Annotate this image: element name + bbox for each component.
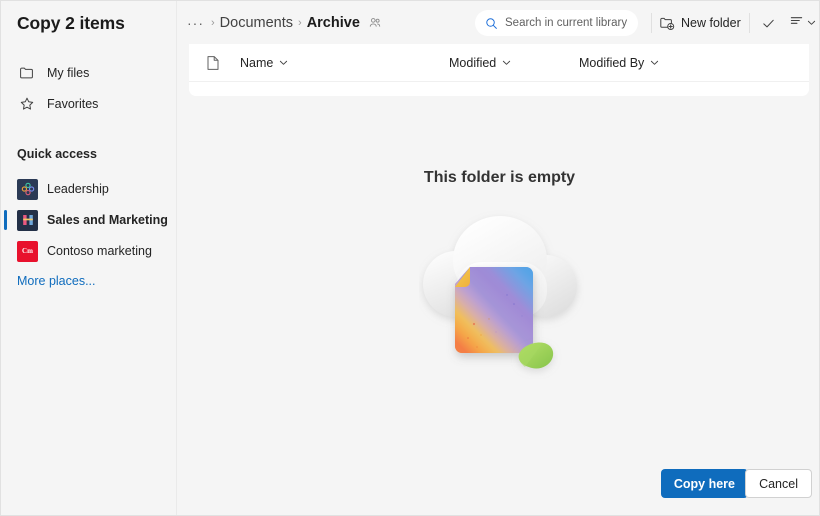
- site-tile-text: Cm: [17, 240, 38, 262]
- site-tile-icon: [17, 209, 38, 231]
- checkmark-icon[interactable]: [755, 12, 781, 34]
- main-content: ··· › Documents › Archive Search in curr…: [178, 1, 819, 515]
- breadcrumb-separator: ›: [298, 17, 302, 29]
- sidebar-item-label: My files: [47, 66, 90, 80]
- sidebar-item-favorites[interactable]: Favorites: [9, 90, 171, 118]
- breadcrumb-item-archive[interactable]: Archive: [307, 15, 360, 31]
- document-icon: [205, 55, 221, 71]
- new-folder-label: New folder: [681, 16, 741, 30]
- breadcrumb: ··· › Documents › Archive: [185, 1, 382, 45]
- quick-access-header: Quick access: [17, 147, 97, 161]
- sidebar-item-sales-and-marketing[interactable]: Sales and Marketing: [4, 206, 171, 234]
- sidebar-item-label: Sales and Marketing: [47, 213, 168, 227]
- folder-add-icon: [659, 15, 675, 31]
- site-tile-icon: [17, 178, 38, 200]
- column-header-modified[interactable]: Modified: [449, 44, 511, 82]
- column-header-label: Modified: [449, 56, 497, 70]
- chevron-down-icon: [650, 54, 659, 72]
- toolbar: ··· › Documents › Archive Search in curr…: [178, 1, 819, 45]
- sidebar-item-label: Contoso marketing: [47, 244, 152, 258]
- shared-people-icon: [368, 16, 382, 30]
- chevron-down-icon: [807, 14, 816, 32]
- search-input[interactable]: Search in current library: [475, 10, 638, 36]
- copy-items-dialog: Copy 2 items My files Favorites Quick ac…: [0, 0, 820, 516]
- breadcrumb-overflow-button[interactable]: ···: [185, 16, 206, 30]
- column-header-label: Modified By: [579, 56, 645, 70]
- dialog-footer: Copy here Cancel: [1, 463, 819, 515]
- search-placeholder: Search in current library: [505, 17, 628, 29]
- view-options-button[interactable]: [786, 12, 818, 34]
- view-options-icon: [789, 13, 804, 33]
- sidebar-item-leadership[interactable]: Leadership: [9, 175, 171, 203]
- site-tile-icon: Cm: [17, 240, 38, 262]
- more-places-link[interactable]: More places...: [17, 274, 96, 288]
- toolbar-divider: [651, 13, 652, 33]
- search-icon: [485, 17, 498, 30]
- new-folder-button[interactable]: New folder: [659, 12, 741, 34]
- chevron-down-icon: [279, 54, 288, 72]
- star-icon: [17, 94, 37, 114]
- page-title: Copy 2 items: [17, 13, 125, 33]
- sidebar: Copy 2 items My files Favorites Quick ac…: [1, 1, 177, 515]
- file-list-column-headers: Name Modified Modified By: [189, 44, 809, 82]
- sidebar-item-label: Favorites: [47, 97, 99, 111]
- column-header-name[interactable]: Name: [240, 44, 288, 82]
- copy-here-button[interactable]: Copy here: [660, 469, 748, 498]
- empty-state-title: This folder is empty: [423, 169, 576, 186]
- column-header-label: Name: [240, 56, 274, 70]
- column-header-modified-by[interactable]: Modified By: [579, 44, 659, 82]
- sidebar-item-contoso-marketing[interactable]: Cm Contoso marketing: [9, 237, 171, 265]
- cancel-button[interactable]: Cancel: [745, 469, 812, 498]
- breadcrumb-item-documents[interactable]: Documents: [220, 15, 293, 31]
- folder-icon: [17, 63, 37, 83]
- sidebar-item-my-files[interactable]: My files: [9, 59, 171, 87]
- chevron-down-icon: [502, 54, 511, 72]
- file-list-panel: Name Modified Modified By: [189, 44, 809, 96]
- cloud-with-file-and-cursor-illustration: [419, 204, 584, 379]
- toolbar-divider: [749, 13, 750, 33]
- breadcrumb-separator: ›: [211, 17, 215, 29]
- sidebar-item-label: Leadership: [47, 182, 109, 196]
